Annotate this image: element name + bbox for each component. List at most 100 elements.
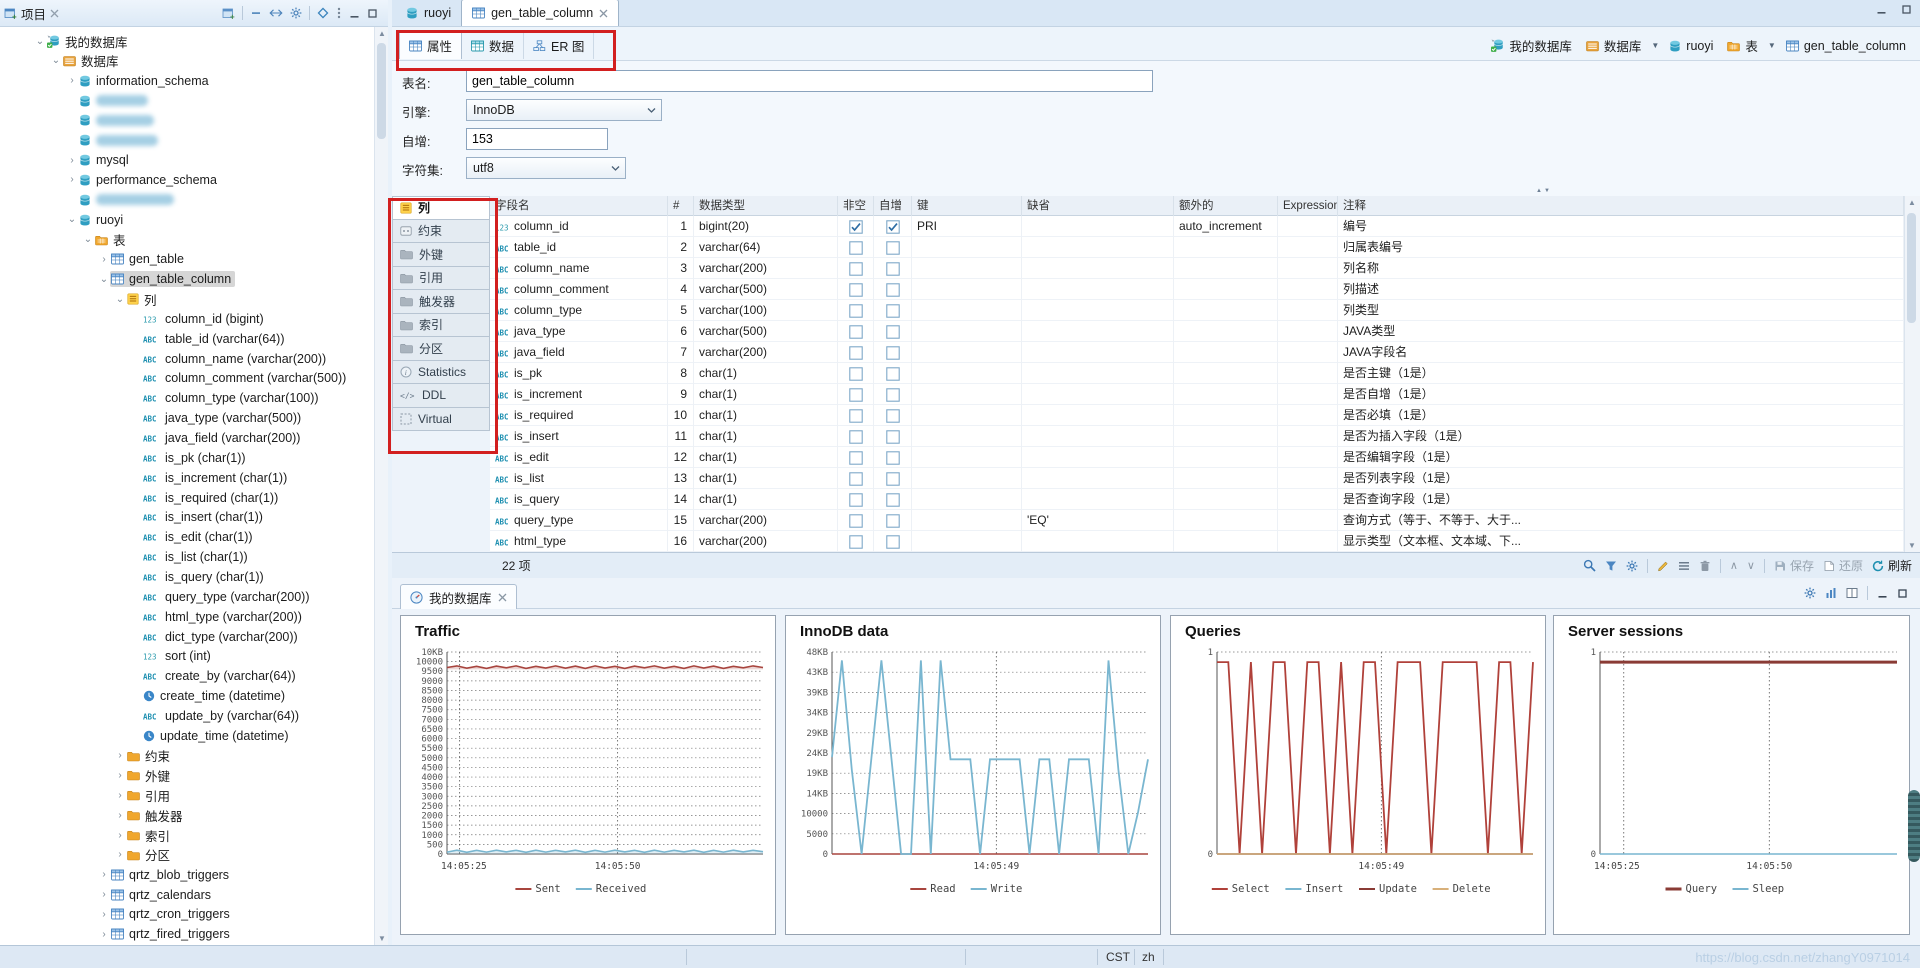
not-null-checkbox[interactable]	[849, 241, 863, 255]
auto-increment-checkbox[interactable]	[886, 283, 900, 297]
tree-item-blurred[interactable]	[0, 91, 374, 111]
grid-row-column_id[interactable]: 123column_id1bigint(20)PRIauto_increment…	[490, 216, 1904, 237]
auto-increment-checkbox[interactable]	[886, 262, 900, 276]
tree-collapse-icon[interactable]: ⌄	[98, 274, 110, 285]
tree-item--[interactable]: ›触发器	[0, 805, 374, 825]
pencil-icon[interactable]	[1657, 560, 1669, 572]
tree-expand-icon[interactable]: ›	[114, 849, 126, 860]
gear-icon[interactable]	[1804, 587, 1816, 599]
grid-row-is_increment[interactable]: ABCis_increment9char(1)是否自增（1是）	[490, 384, 1904, 405]
tree-item-create_time-datetime-[interactable]: create_time (datetime)	[0, 686, 374, 706]
charset-select[interactable]: utf8	[466, 157, 626, 179]
breadcrumb-item--[interactable]: 表	[1723, 34, 1762, 57]
grid-row-column_name[interactable]: ABCcolumn_name3varchar(200)列名称	[490, 258, 1904, 279]
editor-tab-gen_table_column[interactable]: gen_table_column	[461, 0, 619, 26]
grid-row-html_type[interactable]: ABChtml_type16varchar(200)显示类型（文本框、文本域、下…	[490, 531, 1904, 552]
tree-item--[interactable]: ›引用	[0, 785, 374, 805]
tree-item-is_list-char-1-[interactable]: ABCis_list (char(1))	[0, 547, 374, 567]
breadcrumb-item-ruoyi[interactable]: ruoyi	[1665, 37, 1717, 55]
tree-expand-icon[interactable]: ›	[98, 929, 110, 940]
side-tab-ddl[interactable]: </>DDL	[392, 384, 490, 408]
column-header-6[interactable]: 缺省	[1022, 196, 1174, 216]
tree-item--[interactable]: ⌄表	[0, 230, 374, 250]
column-header-2[interactable]: 数据类型	[694, 196, 838, 216]
breadcrumb-item--[interactable]: 数据库	[1582, 34, 1646, 57]
column-header-0[interactable]: 字段名	[490, 196, 668, 216]
chart-icon[interactable]	[1825, 587, 1837, 599]
grid-scroll-up-icon[interactable]: ▲	[1905, 196, 1919, 209]
tree-item-sort-int-[interactable]: 123sort (int)	[0, 646, 374, 666]
tree-collapse-icon[interactable]: ⌄	[114, 294, 126, 305]
column-header-9[interactable]: 注释	[1338, 196, 1904, 216]
not-null-checkbox[interactable]	[849, 430, 863, 444]
table-name-input[interactable]	[466, 70, 1153, 92]
tree-collapse-icon[interactable]: ⌄	[66, 214, 78, 225]
breadcrumb-item-gen_table_column[interactable]: gen_table_column	[1782, 37, 1910, 55]
not-null-checkbox[interactable]	[849, 325, 863, 339]
auto-increment-checkbox[interactable]	[886, 409, 900, 423]
tree-item-is_query-char-1-[interactable]: ABCis_query (char(1))	[0, 567, 374, 587]
tab-close-icon[interactable]	[599, 9, 608, 18]
min-icon[interactable]	[349, 8, 360, 19]
tree-expand-icon[interactable]: ›	[66, 174, 78, 185]
column-header-5[interactable]: 键	[912, 196, 1022, 216]
side-tab-引用[interactable]: 引用	[392, 267, 490, 291]
tree-item-ruoyi[interactable]: ⌄ruoyi	[0, 210, 374, 230]
tree-item-performance_schema[interactable]: ›performance_schema	[0, 170, 374, 190]
tree-expand-icon[interactable]: ›	[114, 790, 126, 801]
tree-item-java_field-varchar-200-[interactable]: ABCjava_field (varchar(200))	[0, 428, 374, 448]
not-null-checkbox[interactable]	[849, 514, 863, 528]
column-header-3[interactable]: 非空	[838, 196, 874, 216]
tree-item-gen_table_column[interactable]: ⌄gen_table_column	[0, 269, 374, 289]
tree-item-blurred[interactable]	[0, 190, 374, 210]
not-null-checkbox[interactable]	[849, 283, 863, 297]
side-tab-触发器[interactable]: 触发器	[392, 290, 490, 314]
tree-item--[interactable]: ›索引	[0, 825, 374, 845]
grid-row-table_id[interactable]: ABCtable_id2varchar(64)归属表编号	[490, 237, 1904, 258]
breadcrumb-item--[interactable]: 我的数据库	[1487, 34, 1576, 57]
funnel-icon[interactable]	[1605, 560, 1617, 572]
side-tab-索引[interactable]: 索引	[392, 314, 490, 338]
tree-item-is_increment-char-1-[interactable]: ABCis_increment (char(1))	[0, 468, 374, 488]
tree-item-create_by-varchar-64-[interactable]: ABCcreate_by (varchar(64))	[0, 666, 374, 686]
auto-increment-checkbox[interactable]	[886, 430, 900, 444]
tree-item--[interactable]: ›外键	[0, 765, 374, 785]
auto-increment-checkbox[interactable]	[886, 451, 900, 465]
tree-expand-icon[interactable]: ›	[98, 909, 110, 920]
auto-increment-checkbox[interactable]	[886, 304, 900, 318]
not-null-checkbox[interactable]	[849, 346, 863, 360]
column-header-7[interactable]: 额外的	[1174, 196, 1278, 216]
grid-row-is_insert[interactable]: ABCis_insert11char(1)是否为插入字段（1是）	[490, 426, 1904, 447]
side-tab-virtual[interactable]: Virtual	[392, 408, 490, 432]
tree-item-qrtz_calendars[interactable]: ›qrtz_calendars	[0, 885, 374, 905]
tree-item-is_insert-char-1-[interactable]: ABCis_insert (char(1))	[0, 507, 374, 527]
tree-expand-icon[interactable]: ›	[98, 889, 110, 900]
window-minimize-icon[interactable]	[1876, 4, 1887, 15]
auto-increment-checkbox[interactable]	[886, 367, 900, 381]
layout-icon[interactable]	[1846, 587, 1858, 599]
not-null-checkbox[interactable]	[849, 472, 863, 486]
window-maximize-icon[interactable]	[1901, 4, 1912, 15]
tree-item-qrtz_cron_triggers[interactable]: ›qrtz_cron_triggers	[0, 904, 374, 924]
auto-increment-checkbox[interactable]	[886, 346, 900, 360]
grid-row-java_type[interactable]: ABCjava_type6varchar(500)JAVA类型	[490, 321, 1904, 342]
tree-expand-icon[interactable]: ›	[66, 155, 78, 166]
side-tab-列[interactable]: 列	[392, 196, 490, 220]
auto-increment-checkbox[interactable]	[886, 388, 900, 402]
dashboard-tab[interactable]: 我的数据库	[400, 584, 517, 609]
tree-item-dict_type-varchar-200-[interactable]: ABCdict_type (varchar(200))	[0, 627, 374, 647]
tree-item--[interactable]: ›分区	[0, 845, 374, 865]
save-button[interactable]: 保存	[1774, 557, 1814, 574]
listcols-icon[interactable]	[1678, 560, 1690, 572]
tree-item-qrtz_blob_triggers[interactable]: ›qrtz_blob_triggers	[0, 865, 374, 885]
gear-icon[interactable]	[290, 7, 302, 19]
auto-increment-checkbox[interactable]	[886, 535, 900, 549]
auto-increment-checkbox[interactable]	[886, 472, 900, 486]
tree-item-gen_table[interactable]: ›gen_table	[0, 249, 374, 269]
tree-scroll-down-icon[interactable]: ▼	[375, 932, 389, 945]
not-null-checkbox[interactable]	[849, 535, 863, 549]
grid-row-is_edit[interactable]: ABCis_edit12char(1)是否编辑字段（1是）	[490, 447, 1904, 468]
gear-icon[interactable]	[1626, 560, 1638, 572]
tree-expand-icon[interactable]: ›	[114, 810, 126, 821]
tree-collapse-icon[interactable]: ⌄	[50, 55, 62, 66]
